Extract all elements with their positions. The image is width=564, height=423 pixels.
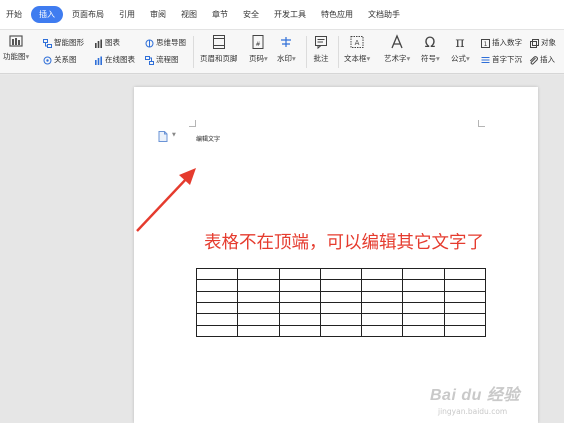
header-footer-label: 页眉和页脚 bbox=[200, 54, 238, 63]
symbol-button[interactable]: Ω 符号▾ bbox=[421, 34, 440, 64]
text-box-icon: A bbox=[350, 36, 364, 48]
text-box-button[interactable]: A 文本框▾ bbox=[344, 34, 370, 64]
word-art-label: 艺术字 bbox=[384, 54, 407, 63]
drop-cap-label: 首字下沉 bbox=[492, 55, 522, 64]
online-chart-button[interactable]: 在线图表 bbox=[94, 54, 135, 65]
red-arrow-annotation bbox=[136, 168, 196, 232]
document-workspace: ▼ 编辑文字 表格不在顶端，可以编辑其它文字了 Bai du 经验 jingya… bbox=[0, 75, 564, 423]
insert-attachment-label: 插入 bbox=[540, 55, 555, 64]
mind-map-button[interactable]: 思维导图 bbox=[145, 37, 186, 48]
page-number-button[interactable]: # 页码▾ bbox=[249, 34, 268, 64]
word-art-icon bbox=[391, 34, 403, 49]
online-chart-icon bbox=[95, 56, 102, 65]
pi-formula-icon: π bbox=[456, 35, 465, 50]
object-button[interactable]: 对象 bbox=[530, 37, 556, 48]
insert-ribbon: 功能图▾ 智能图形 图表 思维导图 关系图 在线图表 流程图 页眉和页脚 # 页… bbox=[0, 30, 564, 74]
drop-cap-button[interactable]: 首字下沉 bbox=[481, 54, 522, 65]
tab-7[interactable]: 安全 bbox=[237, 6, 265, 23]
symbol-label: 符号 bbox=[421, 54, 436, 63]
chart-button[interactable]: 图表 bbox=[94, 37, 120, 48]
word-art-button[interactable]: 艺术字▾ bbox=[384, 34, 410, 64]
drop-cap-icon bbox=[481, 56, 490, 63]
comment-icon bbox=[315, 36, 327, 50]
header-footer-icon bbox=[212, 35, 225, 49]
tab-2[interactable]: 页面布局 bbox=[66, 6, 110, 23]
flowchart-button[interactable]: 流程图 bbox=[145, 54, 179, 65]
text-box-label: 文本框 bbox=[344, 54, 367, 63]
tab-8[interactable]: 开发工具 bbox=[268, 6, 312, 23]
online-chart-label: 在线图表 bbox=[105, 55, 135, 64]
header-footer-button[interactable]: 页眉和页脚 bbox=[200, 34, 238, 64]
flowchart-icon bbox=[145, 55, 154, 65]
watermark-button[interactable]: 水印▾ bbox=[277, 34, 296, 64]
page-number-icon: # bbox=[252, 35, 264, 49]
comment-label: 批注 bbox=[313, 54, 329, 63]
relation-graph-button[interactable]: 关系图 bbox=[43, 54, 77, 65]
omega-symbol-icon: Ω bbox=[425, 35, 436, 50]
tab-9[interactable]: 特色应用 bbox=[315, 6, 359, 23]
formula-button[interactable]: π 公式▾ bbox=[451, 34, 470, 64]
ribbon-divider bbox=[193, 36, 194, 68]
tab-4[interactable]: 审阅 bbox=[144, 6, 172, 23]
function-diagram-icon bbox=[9, 35, 23, 47]
tab-0[interactable]: 开始 bbox=[0, 6, 28, 23]
ribbon-divider bbox=[306, 36, 307, 68]
tab-5[interactable]: 视图 bbox=[175, 6, 203, 23]
tab-1[interactable]: 插入 bbox=[31, 6, 63, 23]
flowchart-label: 流程图 bbox=[156, 55, 179, 64]
watermark-label: 水印 bbox=[277, 54, 292, 63]
svg-text:1: 1 bbox=[484, 41, 488, 48]
smart-shape-icon bbox=[43, 38, 52, 48]
tab-3[interactable]: 引用 bbox=[113, 6, 141, 23]
comment-button[interactable]: 批注 bbox=[313, 34, 329, 64]
insert-number-icon: 1 bbox=[481, 38, 490, 48]
object-icon bbox=[530, 38, 539, 48]
chart-icon bbox=[95, 39, 102, 48]
relation-graph-icon bbox=[43, 56, 52, 64]
page-number-label: 页码 bbox=[249, 54, 264, 63]
object-label: 对象 bbox=[541, 38, 556, 47]
svg-text:Ω: Ω bbox=[425, 35, 436, 50]
smart-shape-button[interactable]: 智能图形 bbox=[43, 37, 84, 48]
ribbon-divider bbox=[338, 36, 339, 68]
paperclip-icon bbox=[529, 55, 538, 65]
insert-attachment-button[interactable]: 插入 bbox=[529, 54, 555, 65]
function-diagram-label: 功能图 bbox=[3, 52, 26, 61]
insert-number-button[interactable]: 1 插入数字 bbox=[481, 37, 522, 48]
formula-label: 公式 bbox=[451, 54, 466, 63]
function-diagram-button[interactable]: 功能图▾ bbox=[3, 34, 29, 62]
chart-label: 图表 bbox=[105, 38, 120, 47]
svg-text:#: # bbox=[256, 41, 261, 48]
mind-map-icon bbox=[145, 39, 154, 47]
mind-map-label: 思维导图 bbox=[156, 38, 186, 47]
tab-10[interactable]: 文档助手 bbox=[362, 6, 406, 23]
insert-number-label: 插入数字 bbox=[492, 38, 522, 47]
relation-graph-label: 关系图 bbox=[54, 55, 77, 64]
tab-6[interactable]: 章节 bbox=[206, 6, 234, 23]
menu-tab-bar: 开始 插入 页面布局 引用 审阅 视图 章节 安全 开发工具 特色应用 文档助手 bbox=[0, 0, 564, 30]
smart-shape-label: 智能图形 bbox=[54, 38, 84, 47]
svg-text:A: A bbox=[355, 39, 360, 47]
watermark-icon bbox=[281, 37, 292, 47]
svg-text:π: π bbox=[456, 35, 465, 50]
